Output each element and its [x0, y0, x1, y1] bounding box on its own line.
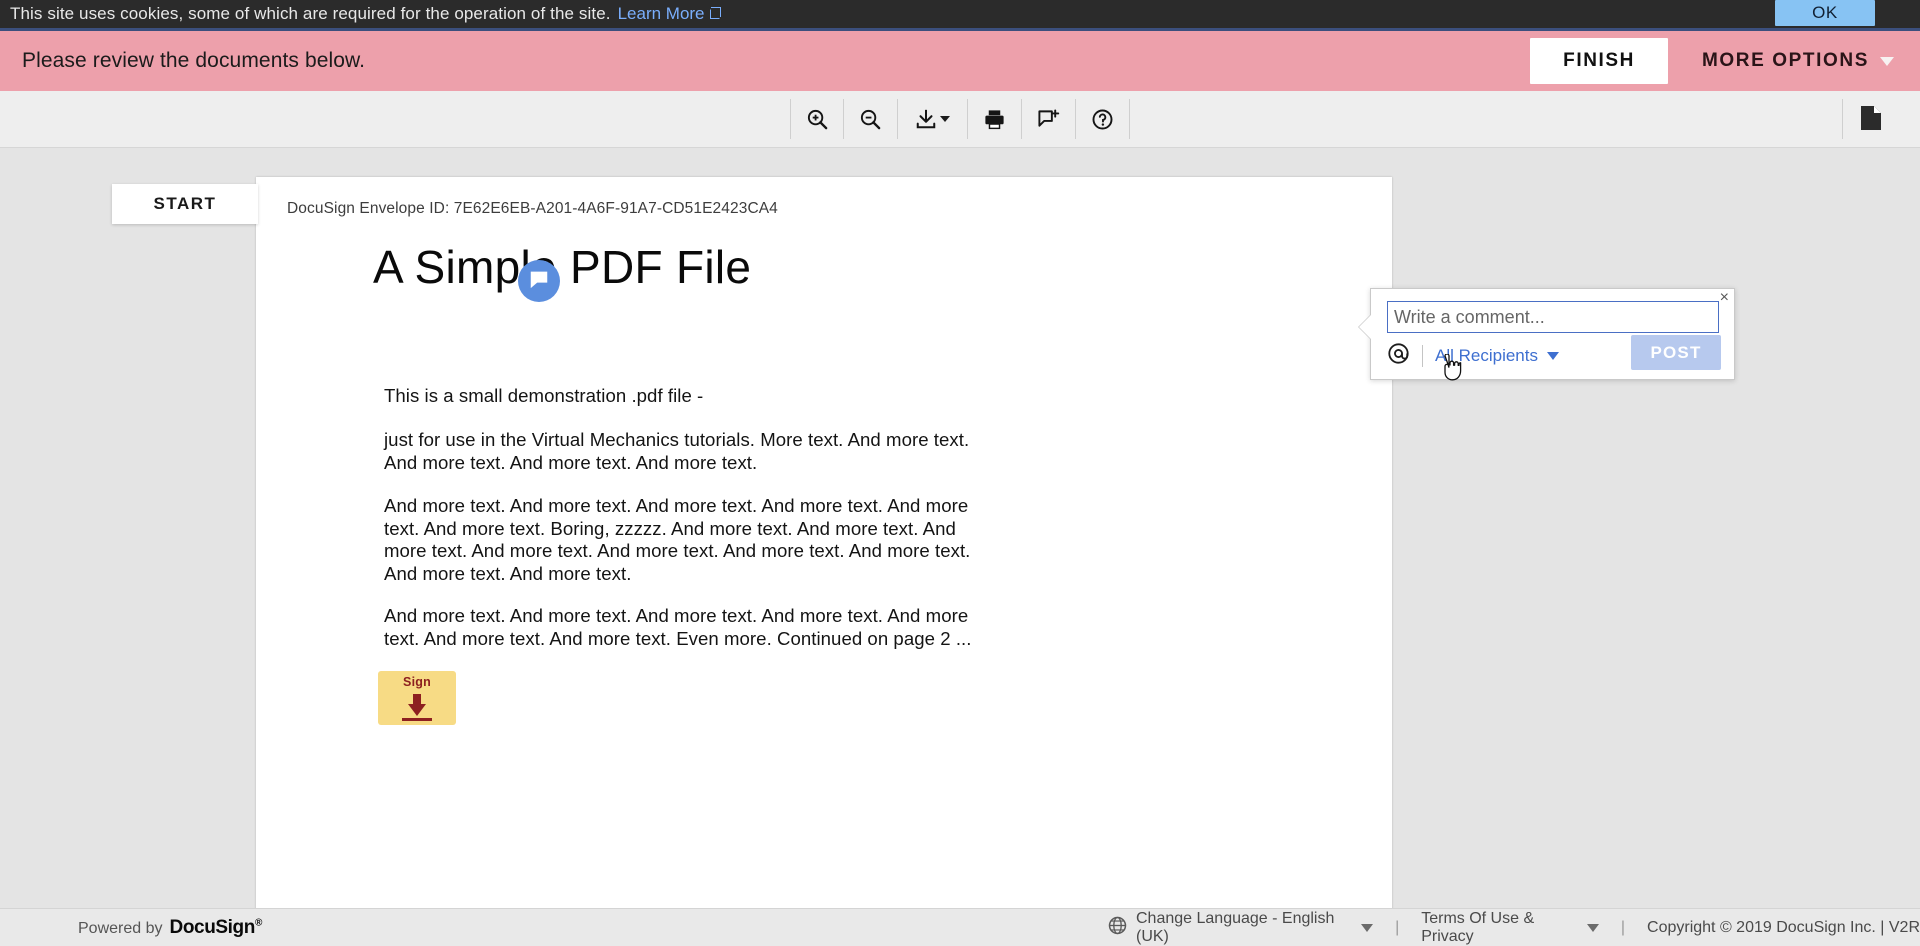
download-icon	[915, 108, 937, 130]
comment-bubble-icon	[528, 268, 550, 295]
pdf-paragraph: just for use in the Virtual Mechanics tu…	[384, 429, 970, 473]
envelope-id: DocuSign Envelope ID: 7E62E6EB-A201-4A6F…	[287, 200, 778, 217]
pdf-paragraph: And more text. And more text. And more t…	[384, 495, 971, 584]
download-chevron-down-icon	[940, 116, 950, 122]
recipients-dropdown[interactable]: All Recipients	[1435, 346, 1559, 366]
pdf-paragraph: And more text. And more text. And more t…	[384, 605, 972, 649]
zoom-in-button[interactable]	[790, 99, 844, 139]
terms-label: Terms Of Use & Privacy	[1421, 909, 1535, 945]
sign-here-tag[interactable]: Sign	[378, 671, 456, 725]
page-footer: Powered by DocuSign® Change Language - E…	[0, 908, 1920, 946]
powered-by-label: Powered by	[78, 919, 163, 937]
chevron-down-icon	[1880, 56, 1894, 66]
pdf-paragraph: This is a small demonstration .pdf file …	[384, 385, 704, 406]
document-canvas: DocuSign Envelope ID: 7E62E6EB-A201-4A6F…	[0, 148, 1920, 908]
cookie-learn-more-label: Learn More	[617, 4, 705, 23]
document-toolbar	[0, 91, 1920, 148]
divider	[1422, 345, 1423, 367]
page-thumbnails-button[interactable]	[1842, 99, 1898, 139]
footer-separator: |	[1620, 918, 1626, 936]
footer-separator: |	[1395, 918, 1400, 936]
chevron-down-icon	[1361, 923, 1374, 932]
banner-actions: FINISH MORE OPTIONS	[1530, 38, 1894, 84]
globe-icon	[1108, 916, 1127, 940]
review-banner: Please review the documents below. FINIS…	[0, 28, 1920, 91]
comment-popup: × All Recipients POST	[1359, 288, 1735, 380]
post-comment-button[interactable]: POST	[1631, 335, 1721, 370]
print-button[interactable]	[968, 99, 1022, 139]
at-mention-icon[interactable]	[1387, 342, 1410, 370]
docusign-logo: DocuSign®	[169, 916, 263, 938]
powered-by-docusign: Powered by DocuSign®	[78, 917, 262, 939]
zoom-out-icon	[859, 108, 882, 131]
cookie-message: This site uses cookies, some of which ar…	[10, 4, 611, 23]
review-message: Please review the documents below.	[22, 49, 366, 72]
sign-tag-label: Sign	[403, 675, 431, 689]
start-flag-label: START	[153, 194, 217, 213]
change-language-dropdown[interactable]: Change Language - English (UK)	[1108, 909, 1374, 946]
download-button[interactable]	[898, 99, 968, 139]
registered-mark: ®	[254, 917, 262, 929]
start-flag[interactable]: START	[112, 184, 258, 224]
add-comment-icon	[1037, 108, 1060, 131]
finish-button[interactable]: FINISH	[1530, 38, 1668, 84]
terms-of-use-link[interactable]: Terms Of Use & Privacy	[1421, 910, 1599, 946]
zoom-in-icon	[806, 108, 829, 131]
document-page-icon	[1858, 104, 1884, 135]
change-language-label: Change Language - English (UK)	[1136, 909, 1335, 945]
chevron-down-icon	[1586, 923, 1599, 932]
cookie-learn-more-link[interactable]: Learn More	[618, 4, 721, 24]
help-icon	[1091, 108, 1114, 131]
cookie-consent-bar: This site uses cookies, some of which ar…	[0, 0, 1920, 28]
close-icon[interactable]: ×	[1720, 290, 1729, 306]
zoom-out-button[interactable]	[844, 99, 898, 139]
pdf-page: DocuSign Envelope ID: 7E62E6EB-A201-4A6F…	[256, 177, 1392, 908]
comment-input[interactable]	[1387, 301, 1719, 333]
external-link-icon	[709, 7, 721, 19]
docusign-signing-app: This site uses cookies, some of which ar…	[0, 0, 1920, 946]
comment-marker[interactable]	[518, 260, 560, 302]
more-options-label: MORE OPTIONS	[1702, 50, 1869, 71]
popup-tail	[1359, 315, 1371, 339]
help-button[interactable]	[1076, 99, 1130, 139]
recipients-label: All Recipients	[1435, 346, 1538, 365]
footer-links: Change Language - English (UK) | Terms O…	[1108, 910, 1920, 946]
more-options-menu[interactable]: MORE OPTIONS	[1702, 50, 1894, 72]
copyright-text: Copyright © 2019 DocuSign Inc. | V2R	[1647, 918, 1920, 936]
pdf-title: A Simple PDF File	[373, 241, 752, 293]
print-icon	[983, 108, 1006, 131]
comment-popup-actions: All Recipients POST	[1387, 335, 1721, 370]
add-comment-button[interactable]	[1022, 99, 1076, 139]
chevron-down-icon	[1547, 352, 1559, 360]
sign-arrow-down-icon	[394, 690, 440, 727]
toolbar-button-group	[790, 99, 1130, 139]
cookie-ok-button[interactable]: OK	[1775, 0, 1875, 26]
